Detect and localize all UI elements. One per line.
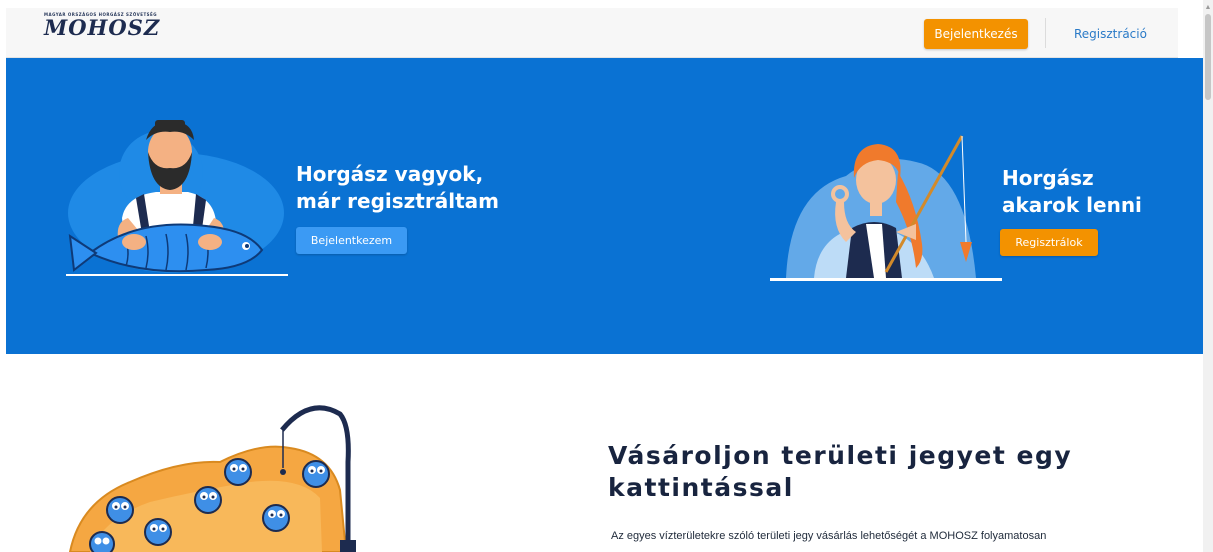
promo-heading-line1: Vásároljon területi jegyet egy — [608, 441, 1073, 470]
hero-right-title-line1: Horgász — [1002, 166, 1094, 190]
hero-banner: Horgász vagyok, már regisztráltam Bejele… — [6, 58, 1203, 354]
register-link[interactable]: Regisztráció — [1074, 19, 1147, 49]
promo-heading-line2: kattintással — [608, 473, 794, 502]
fishing-game-illustration — [68, 405, 356, 552]
mohosz-logo[interactable]: MAGYAR ORSZÁGOS HORGÁSZ SZÖVETSÉG MOHOSZ — [44, 12, 160, 39]
header-divider — [1045, 18, 1046, 48]
promo-heading: Vásároljon területi jegyet egy kattintás… — [608, 440, 1128, 504]
fisherwoman-illustration — [770, 135, 1002, 281]
login-hero-button[interactable]: Bejelentkezem — [296, 227, 407, 254]
hero-left-title-line2: már regisztráltam — [296, 189, 499, 213]
logo-wordmark: MOHOSZ — [44, 15, 161, 40]
top-navbar: MAGYAR ORSZÁGOS HORGÁSZ SZÖVETSÉG MOHOSZ… — [6, 8, 1178, 58]
promo-paragraph: Az egyes vízterületekre szóló területi j… — [611, 530, 1047, 542]
hero-left-title-line1: Horgász vagyok, — [296, 162, 484, 186]
hero-left-title: Horgász vagyok, már regisztráltam — [296, 161, 499, 215]
login-button[interactable]: Bejelentkezés — [924, 19, 1028, 49]
scroll-up-arrow-icon[interactable]: ▲ — [1204, 4, 1212, 12]
page: MAGYAR ORSZÁGOS HORGÁSZ SZÖVETSÉG MOHOSZ… — [0, 0, 1213, 552]
scroll-thumb[interactable] — [1205, 14, 1211, 100]
fisherman-illustration — [66, 120, 288, 276]
page-scrollbar[interactable]: ▲ — [1203, 0, 1213, 552]
hero-right-title-line2: akarok lenni — [1002, 193, 1142, 217]
hero-right-title: Horgász akarok lenni — [1002, 165, 1142, 219]
register-hero-button[interactable]: Regisztrálok — [1000, 229, 1098, 256]
